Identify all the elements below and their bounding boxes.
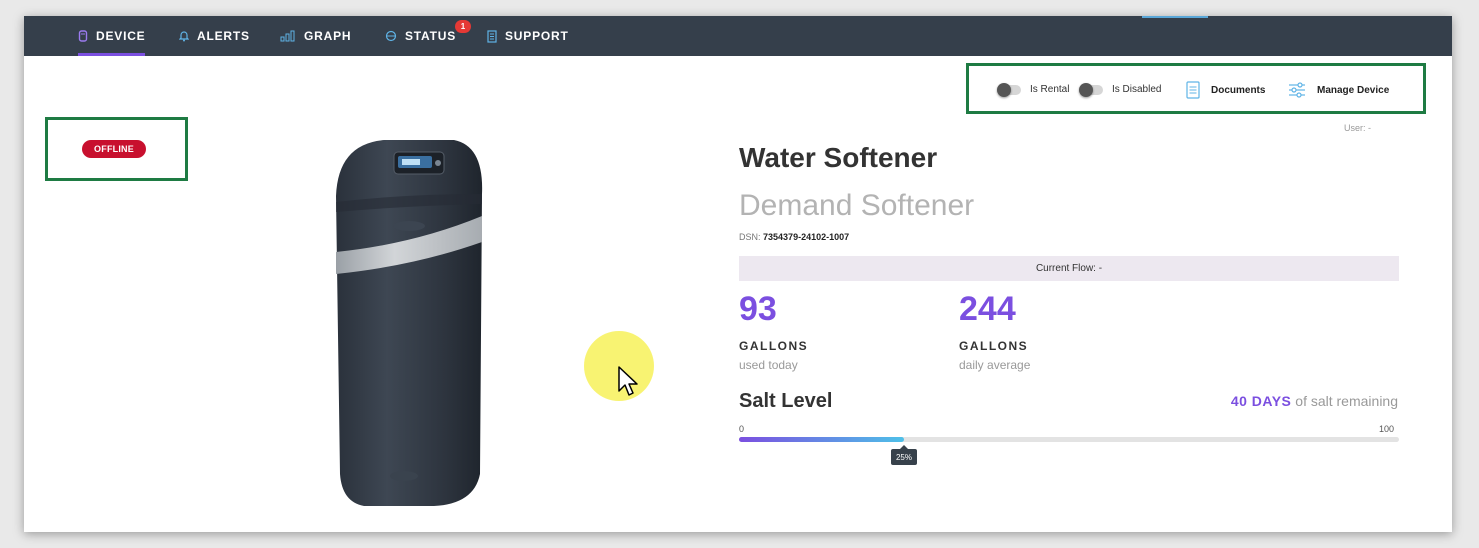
stat-unit: GALLONS (739, 339, 809, 353)
tab-device[interactable]: DEVICE (78, 16, 146, 56)
status-icon (385, 30, 397, 42)
water-softener-image (324, 134, 494, 514)
salt-level-heading: Salt Level (739, 390, 833, 412)
salt-scale-max: 100 (1379, 424, 1395, 434)
status-badge: 1 (455, 20, 471, 33)
user-label: User: - (1344, 123, 1371, 133)
device-title: Water Softener (739, 142, 938, 173)
bar-graph-icon (280, 30, 296, 42)
stat-caption: used today (739, 358, 798, 372)
stat-daily-average: 244 GALLONS daily average (959, 289, 1030, 372)
is-disabled-label: Is Disabled (1112, 84, 1162, 95)
tab-label: SUPPORT (505, 29, 569, 43)
sliders-icon (1288, 81, 1306, 99)
stat-unit: GALLONS (959, 339, 1029, 353)
tab-alerts[interactable]: ALERTS (179, 16, 250, 56)
stat-value: 93 (739, 290, 777, 328)
mouse-pointer-icon (618, 366, 640, 403)
dsn-value: 7354379-24102-1007 (763, 232, 850, 242)
manage-device-button[interactable]: Manage Device (1288, 81, 1389, 99)
tab-label: STATUS (405, 29, 457, 43)
tab-label: ALERTS (197, 29, 250, 43)
nav-accent-line (1142, 16, 1208, 18)
stat-caption: daily average (959, 358, 1031, 372)
is-rental-label: Is Rental (1030, 84, 1070, 95)
salt-level-fill (739, 437, 904, 442)
app-window: DEVICE ALERTS GRAPH STATUS 1 SUPPORT Is … (24, 16, 1452, 532)
device-subtitle: Demand Softener (739, 189, 975, 222)
device-serial-number: DSN: 7354379-24102-1007 (739, 232, 849, 242)
device-actions-toolbar: Is Rental Is Disabled Documents Manage D… (966, 63, 1426, 114)
stat-used-today: 93 GALLONS used today (739, 289, 808, 372)
toggle-switch[interactable] (1079, 82, 1103, 97)
bell-icon (179, 30, 189, 42)
offline-status-badge: OFFLINE (82, 140, 146, 158)
stat-value: 244 (959, 290, 1016, 328)
salt-days: 40 DAYS (1230, 393, 1292, 409)
salt-level-tooltip: 25% (891, 445, 917, 465)
status-highlight-box: OFFLINE (45, 117, 188, 181)
tab-label: DEVICE (96, 29, 146, 43)
document-icon (487, 29, 497, 43)
salt-remaining-text: of salt remaining (1295, 393, 1398, 409)
device-icon (78, 30, 88, 42)
documents-icon (1186, 81, 1200, 99)
salt-level-track (739, 437, 1399, 442)
tab-label: GRAPH (304, 29, 352, 43)
tab-status[interactable]: STATUS (385, 16, 456, 56)
manage-device-label: Manage Device (1317, 84, 1390, 96)
top-nav: DEVICE ALERTS GRAPH STATUS 1 SUPPORT (24, 16, 1452, 56)
tab-graph[interactable]: GRAPH (280, 16, 351, 56)
toggle-switch[interactable] (997, 82, 1021, 97)
tab-support[interactable]: SUPPORT (487, 16, 569, 56)
salt-remaining: 40 DAYS of salt remaining (1231, 393, 1398, 409)
documents-button[interactable]: Documents (1186, 81, 1265, 99)
is-rental-toggle[interactable]: Is Rental (997, 82, 1070, 97)
documents-label: Documents (1211, 84, 1266, 96)
salt-scale-min: 0 (739, 424, 745, 434)
is-disabled-toggle[interactable]: Is Disabled (1079, 82, 1162, 97)
current-flow-bar: Current Flow: - (739, 256, 1399, 281)
dsn-label: DSN: (739, 232, 761, 242)
